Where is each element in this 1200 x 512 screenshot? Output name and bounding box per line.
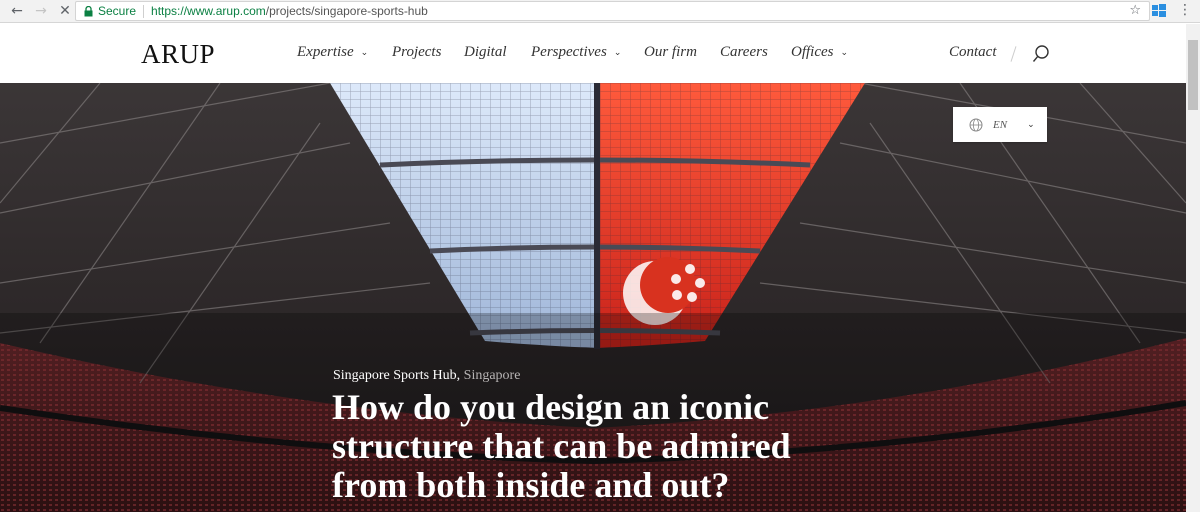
hero-section: EN ⌄ Singapore Sports Hub, Singapore How… xyxy=(0,83,1186,512)
chevron-down-icon: ⌄ xyxy=(840,47,849,58)
nav-label: Perspectives xyxy=(531,44,607,60)
nav-label: Digital xyxy=(464,44,507,60)
forward-button[interactable]: → xyxy=(29,0,53,22)
back-button[interactable]: ← xyxy=(5,0,29,22)
site-header: ARUP Expertise ⌄ Projects Digital Perspe… xyxy=(0,24,1186,83)
browser-toolbar: ← → ✕ Secure https://www.arup.com/projec… xyxy=(0,0,1200,23)
arrow-left-icon: ← xyxy=(11,3,23,19)
nav-label: Our firm xyxy=(644,44,697,60)
windows-extension-icon[interactable] xyxy=(1152,4,1166,18)
globe-icon xyxy=(969,118,983,131)
language-code: EN xyxy=(993,118,1008,131)
nav-label: Careers xyxy=(720,44,768,60)
language-selector[interactable]: EN ⌄ xyxy=(953,107,1047,142)
main-nav: Expertise ⌄ Projects Digital Perspective… xyxy=(297,44,861,61)
kebab-menu-icon[interactable]: ⋮ xyxy=(1178,2,1192,18)
search-icon[interactable] xyxy=(1032,44,1050,64)
lock-icon xyxy=(80,5,96,17)
header-divider xyxy=(1010,46,1017,62)
stop-button[interactable]: ✕ xyxy=(53,0,77,22)
nav-our-firm[interactable]: Our firm xyxy=(644,44,720,61)
secure-label: Secure xyxy=(98,4,137,18)
address-bar[interactable]: Secure https://www.arup.com/projects/sin… xyxy=(75,1,1150,21)
project-name: Singapore Sports Hub, xyxy=(333,368,461,383)
chevron-down-icon: ⌄ xyxy=(360,47,369,58)
nav-label: Offices xyxy=(791,44,834,60)
chevron-down-icon: ⌄ xyxy=(613,47,622,58)
omnibox-separator xyxy=(143,4,145,18)
url-host: https://www.arup.com xyxy=(151,4,266,18)
close-icon: ✕ xyxy=(59,3,71,19)
hero-title: How do you design an iconic structure th… xyxy=(332,387,791,505)
scroll-thumb[interactable] xyxy=(1188,40,1198,110)
chevron-down-icon: ⌄ xyxy=(1027,119,1035,130)
url-path: /projects/singapore-sports-hub xyxy=(265,4,428,18)
nav-offices[interactable]: Offices ⌄ xyxy=(791,44,861,61)
nav-label: Expertise xyxy=(297,44,354,60)
project-location[interactable]: Singapore xyxy=(464,368,521,383)
contact-link[interactable]: Contact xyxy=(949,44,997,61)
hero-caption: Singapore Sports Hub, Singapore xyxy=(333,368,520,384)
star-icon[interactable]: ☆ xyxy=(1129,3,1141,18)
nav-label: Projects xyxy=(392,44,442,60)
arrow-right-icon: → xyxy=(35,3,47,19)
nav-digital[interactable]: Digital xyxy=(464,44,531,61)
nav-projects[interactable]: Projects xyxy=(392,44,464,61)
arup-logo[interactable]: ARUP xyxy=(141,39,215,70)
nav-perspectives[interactable]: Perspectives ⌄ xyxy=(531,44,644,61)
page-scrollbar[interactable] xyxy=(1186,24,1200,512)
nav-expertise[interactable]: Expertise ⌄ xyxy=(297,44,392,61)
nav-careers[interactable]: Careers xyxy=(720,44,791,61)
